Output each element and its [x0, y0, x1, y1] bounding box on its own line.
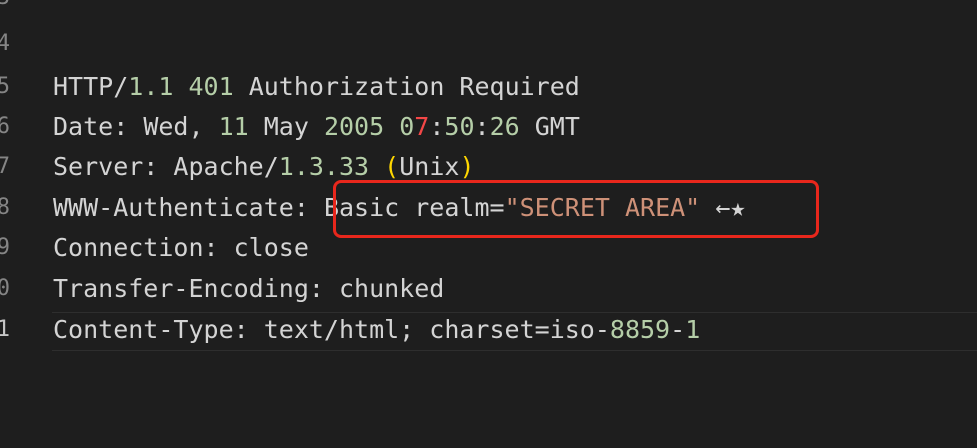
server-version: 1.3.33: [278, 152, 370, 181]
code-line-connection[interactable]: Connection: close: [53, 228, 309, 268]
line-number: 8: [0, 195, 10, 220]
date-minute-sep: :: [429, 112, 445, 141]
date-second-sep: :: [474, 112, 490, 141]
charset-num-1: 8859: [609, 315, 671, 344]
date-weekday: Wed,: [143, 112, 219, 141]
line-number: 3: [0, 0, 10, 18]
date-minute: 50: [444, 112, 475, 141]
server-name: Apache/: [173, 152, 279, 181]
server-key: Server:: [53, 152, 174, 181]
status-code: 401: [188, 72, 234, 101]
code-line-status[interactable]: HTTP/1.1 401 Authorization Required: [53, 67, 580, 107]
close-paren: ): [459, 152, 475, 181]
line-number-current: 1: [0, 317, 10, 342]
line-number: 9: [0, 235, 10, 260]
line-number: 7: [0, 154, 10, 179]
date-tz: GMT: [519, 112, 580, 141]
annotation-highlight-box: [333, 180, 819, 238]
status-reason: Authorization Required: [248, 72, 580, 101]
date-day: 11: [218, 112, 249, 141]
date-hour-a: 0: [399, 112, 415, 141]
line-number: 4: [0, 31, 10, 56]
charset-num-2: 1: [685, 315, 701, 344]
date-year: 2005: [323, 112, 385, 141]
protocol-text: HTTP/: [53, 72, 129, 101]
line-number: 0: [0, 276, 10, 301]
date-month: May: [248, 112, 324, 141]
line-number: 6: [0, 114, 10, 139]
code-line-content-type[interactable]: Content-Type: text/html; charset=iso-885…: [53, 310, 700, 350]
date-second: 26: [489, 112, 520, 141]
open-paren: (: [384, 152, 400, 181]
content-type-key: Content-Type: text/html; charset=iso-: [53, 315, 610, 344]
line-number-gutter: 3 4 5 6 7 8 9 0 1: [0, 0, 20, 448]
http-version: 1.1: [128, 72, 174, 101]
auth-key: WWW-Authenticate:: [53, 193, 324, 222]
date-key: Date:: [53, 112, 144, 141]
date-hour-b: 7: [414, 112, 430, 141]
transfer-text: Transfer-Encoding: chunked: [53, 274, 445, 303]
charset-dash: -: [670, 315, 686, 344]
code-line-date[interactable]: Date: Wed, 11 May 2005 07:50:26 GMT: [53, 107, 580, 147]
line-number: 5: [0, 74, 10, 99]
code-line-transfer[interactable]: Transfer-Encoding: chunked: [53, 269, 444, 309]
connection-text: Connection: close: [53, 233, 309, 262]
code-editor[interactable]: 3 4 5 6 7 8 9 0 1 HTTP/1.1 401 Authoriza…: [0, 0, 977, 448]
server-os: Unix: [399, 152, 460, 181]
